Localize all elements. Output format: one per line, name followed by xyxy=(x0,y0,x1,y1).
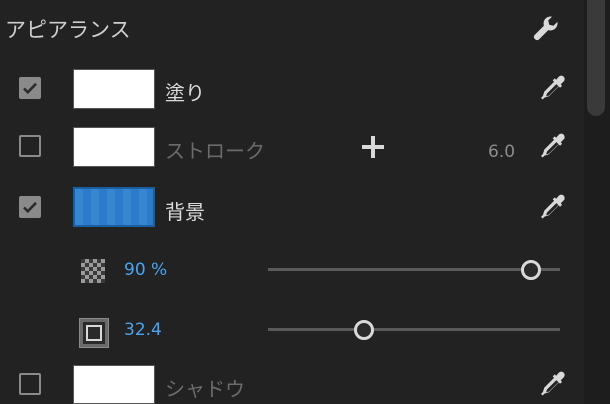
fill-checkbox[interactable] xyxy=(19,77,41,99)
opacity-slider-track[interactable] xyxy=(268,268,560,271)
appearance-panel: アピアランス 塗り ストローク 6.0 背景 90 % 32.4 シャドウ xyxy=(0,0,610,404)
panel-title: アピアランス xyxy=(5,18,131,42)
background-checkbox[interactable] xyxy=(19,196,41,218)
background-label: 背景 xyxy=(165,200,205,224)
stroke-label: ストローク xyxy=(165,139,265,163)
shadow-swatch[interactable] xyxy=(73,365,155,404)
transparency-checker-icon xyxy=(81,259,105,283)
background-swatch[interactable] xyxy=(73,187,155,227)
eyedropper-icon[interactable] xyxy=(537,131,569,163)
shadow-checkbox[interactable] xyxy=(19,373,41,395)
stroke-checkbox[interactable] xyxy=(19,135,41,157)
opacity-slider-knob[interactable] xyxy=(520,260,541,280)
fill-swatch[interactable] xyxy=(73,69,155,109)
eyedropper-icon[interactable] xyxy=(537,73,569,105)
checkmark-icon xyxy=(23,82,37,95)
corner-radius-icon xyxy=(79,318,109,348)
fill-label: 塗り xyxy=(165,81,205,105)
eyedropper-icon[interactable] xyxy=(537,192,569,224)
opacity-value[interactable]: 90 % xyxy=(124,260,167,280)
corner-radius-value[interactable]: 32.4 xyxy=(124,320,162,340)
eyedropper-icon[interactable] xyxy=(537,369,569,401)
stroke-swatch[interactable] xyxy=(73,127,155,167)
checkmark-icon xyxy=(23,201,37,214)
stroke-width-value[interactable]: 6.0 xyxy=(488,142,515,162)
wrench-icon[interactable] xyxy=(530,12,562,44)
shadow-label: シャドウ xyxy=(165,377,245,401)
corner-radius-slider-knob[interactable] xyxy=(354,320,375,340)
plus-icon[interactable] xyxy=(361,135,385,159)
corner-radius-slider-track[interactable] xyxy=(268,328,560,331)
scrollbar-thumb[interactable] xyxy=(587,0,605,116)
